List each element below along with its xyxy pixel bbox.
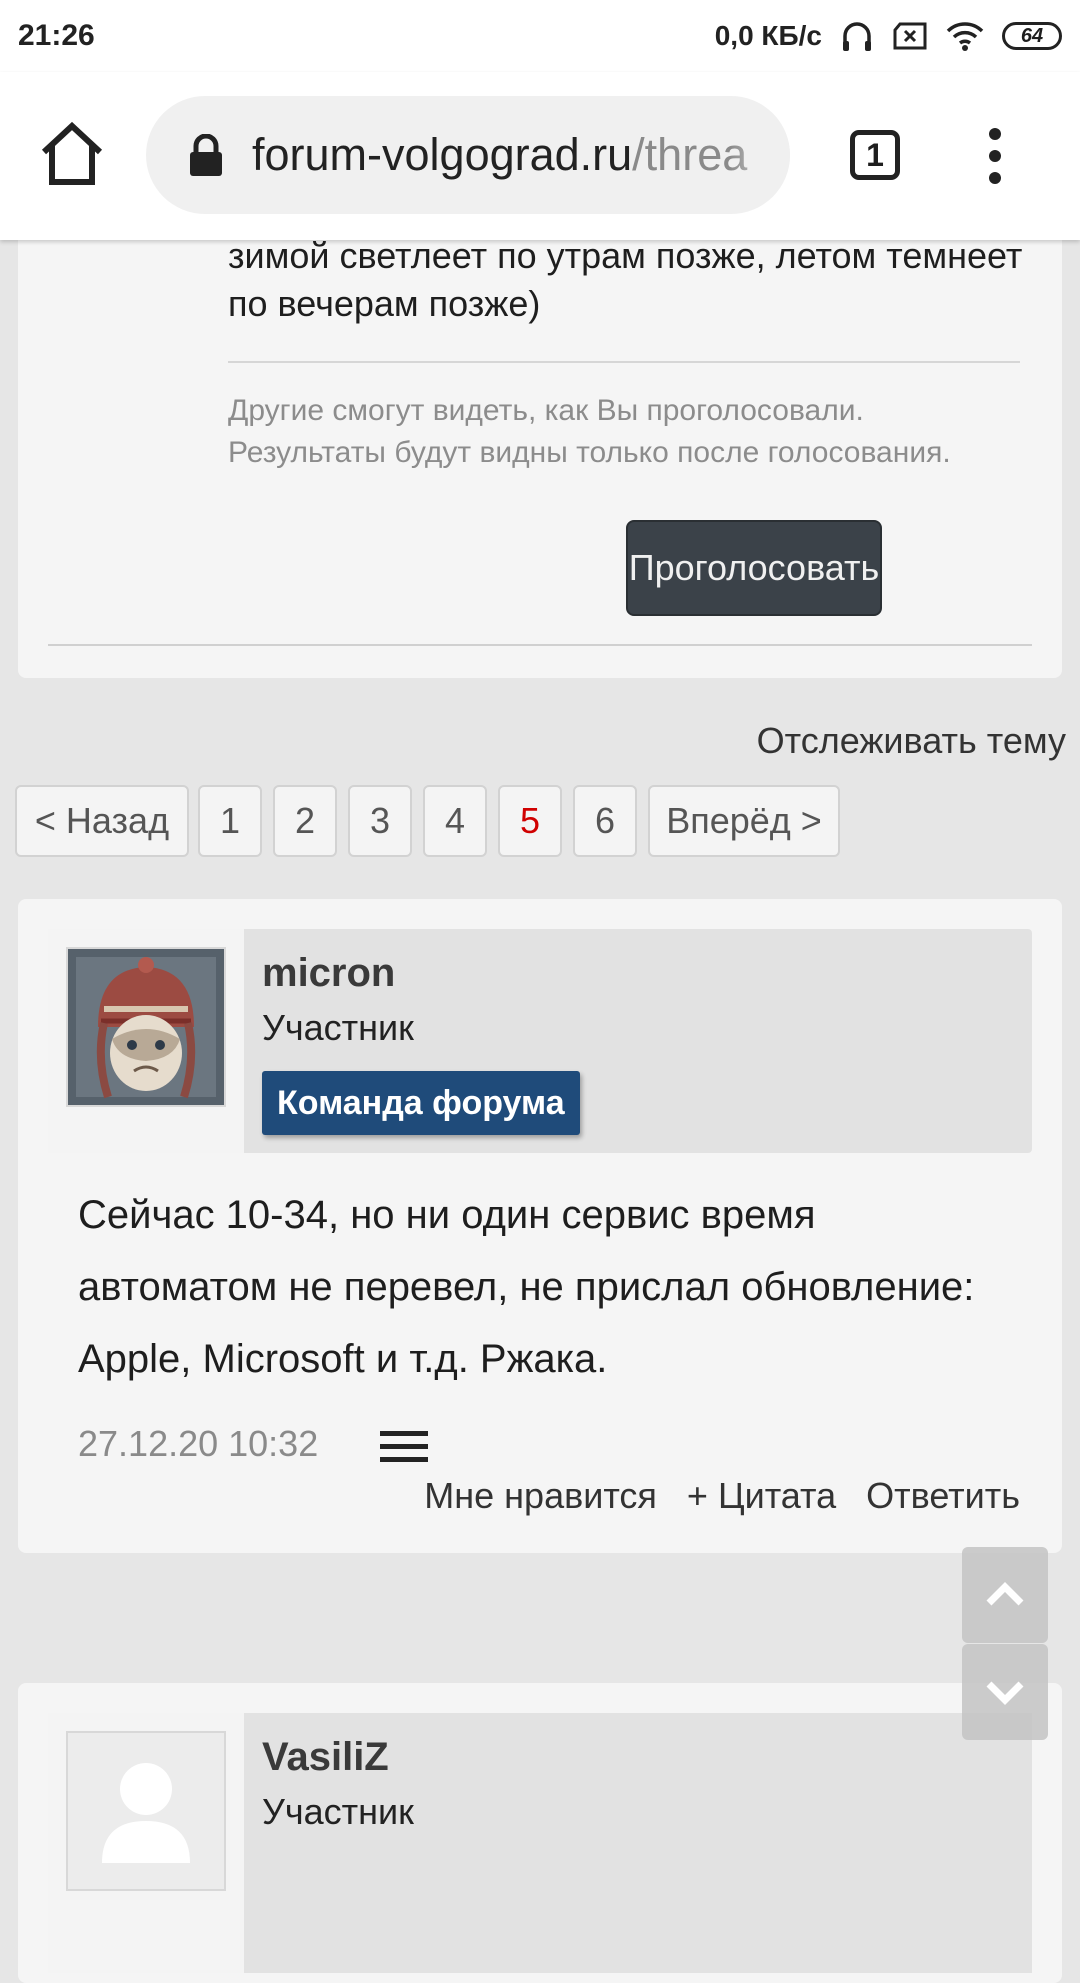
page-6-button[interactable]: 6 — [573, 785, 637, 857]
poll-card: зимой светлеет по утрам позже, летом тем… — [18, 200, 1062, 678]
post-card: VasiliZ Участник — [18, 1683, 1062, 1983]
post-user-block: micron Участник Команда форума — [48, 929, 1032, 1153]
page-prev-button[interactable]: < Назад — [15, 785, 189, 857]
post-menu-icon[interactable] — [380, 1427, 428, 1467]
url-fade — [730, 96, 790, 214]
poll-option-text: зимой светлеет по утрам позже, летом тем… — [228, 235, 1023, 324]
chevron-up-icon — [986, 1582, 1024, 1606]
page-2-button[interactable]: 2 — [273, 785, 337, 857]
post-user-block: VasiliZ Участник — [48, 1713, 1032, 1973]
vote-button[interactable]: Проголосовать — [626, 520, 882, 616]
post-actions: Мне нравится + Цитата Ответить — [424, 1475, 1020, 1517]
default-avatar-icon — [102, 1763, 190, 1863]
chevron-down-icon — [986, 1681, 1024, 1705]
status-icons: 0,0 КБ/с 64 — [715, 19, 1062, 53]
post-body: Сейчас 10-34, но ни один сервис время ав… — [78, 1193, 975, 1381]
browser-toolbar: forum-volgograd.ru/threa 1 — [0, 72, 1080, 240]
like-button[interactable]: Мне нравится — [424, 1475, 657, 1517]
page-4-button[interactable]: 4 — [423, 785, 487, 857]
avatar-frame — [48, 1713, 244, 1973]
post-date[interactable]: 27.12.20 10:32 — [78, 1423, 318, 1465]
page-3-button[interactable]: 3 — [348, 785, 412, 857]
poll-bottom-divider — [48, 644, 1032, 646]
user-title: Участник — [262, 1007, 414, 1048]
url-text[interactable]: forum-volgograd.ru/threa — [252, 96, 772, 214]
more-vert-icon[interactable] — [980, 128, 1010, 188]
avatar[interactable] — [66, 1731, 226, 1891]
status-bar: 21:26 0,0 КБ/с 64 — [0, 0, 1080, 72]
scroll-up-button[interactable] — [962, 1547, 1048, 1643]
user-title: Участник — [262, 1791, 414, 1832]
sim-off-icon — [893, 22, 927, 50]
tabs-icon[interactable]: 1 — [850, 130, 900, 180]
wifi-icon — [946, 22, 984, 51]
battery-icon: 64 — [1002, 22, 1062, 50]
scroll-down-button[interactable] — [962, 1644, 1048, 1740]
staff-badge: Команда форума — [262, 1071, 580, 1135]
url-domain: forum-volgograd.ru — [252, 129, 633, 180]
url-bar[interactable]: forum-volgograd.ru/threa — [146, 96, 790, 214]
page-next-button[interactable]: Вперёд > — [648, 785, 840, 857]
home-icon[interactable] — [36, 118, 108, 190]
post-card: micron Участник Команда форума Сейчас 10… — [18, 899, 1062, 1553]
status-time: 21:26 — [18, 19, 95, 52]
avatar-frame — [48, 929, 244, 1153]
username[interactable]: VasiliZ — [262, 1735, 389, 1780]
avatar[interactable] — [66, 947, 226, 1107]
watch-thread-link[interactable]: Отслеживать тему — [757, 720, 1066, 762]
lock-icon — [190, 134, 222, 176]
headphones-icon — [843, 22, 871, 51]
quote-button[interactable]: + Цитата — [687, 1475, 836, 1517]
reply-button[interactable]: Ответить — [866, 1475, 1020, 1517]
network-speed: 0,0 КБ/с — [714, 20, 822, 51]
page-5-button-current[interactable]: 5 — [498, 785, 562, 857]
username[interactable]: micron — [262, 951, 395, 996]
avatar-cat-image — [68, 949, 224, 1105]
poll-divider — [228, 361, 1020, 363]
poll-note: Другие смогут видеть, как Вы проголосова… — [228, 394, 951, 469]
page-1-button[interactable]: 1 — [198, 785, 262, 857]
